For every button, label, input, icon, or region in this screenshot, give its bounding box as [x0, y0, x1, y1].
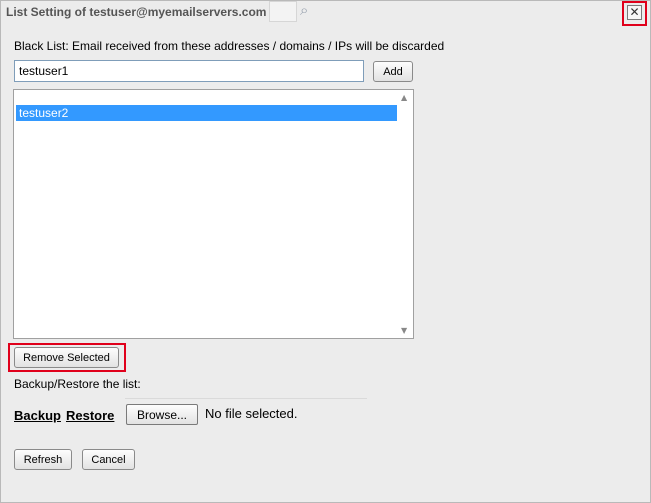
- backup-restore-label: Backup/Restore the list:: [14, 377, 141, 391]
- dialog-titlebar: List Setting of testuser@myemailservers.…: [1, 1, 650, 26]
- list-setting-dialog: List Setting of testuser@myemailservers.…: [0, 0, 651, 503]
- restore-link[interactable]: Restore: [66, 408, 114, 423]
- blacklist-entry-input[interactable]: [14, 60, 364, 82]
- scroll-up-icon[interactable]: ▲: [401, 93, 407, 102]
- blacklist-listbox[interactable]: testuser2 ▲ ▼: [13, 89, 414, 339]
- search-icon: ⌕: [300, 2, 309, 19]
- background-field: [269, 1, 297, 22]
- backup-link[interactable]: Backup: [14, 408, 61, 423]
- list-item[interactable]: testuser2: [16, 105, 397, 121]
- dialog-title: List Setting of testuser@myemailservers.…: [6, 5, 267, 19]
- divider: [125, 398, 367, 399]
- scroll-down-icon[interactable]: ▼: [401, 326, 407, 335]
- file-status: No file selected.: [205, 406, 298, 421]
- refresh-button[interactable]: Refresh: [14, 449, 72, 470]
- remove-selected-button[interactable]: Remove Selected: [14, 347, 119, 368]
- blacklist-description: Black List: Email received from these ad…: [14, 39, 445, 53]
- add-button[interactable]: Add: [373, 61, 413, 82]
- listbox-scrollbar[interactable]: ▲ ▼: [397, 90, 413, 338]
- close-icon[interactable]: ✕: [627, 5, 642, 20]
- cancel-button[interactable]: Cancel: [82, 449, 135, 470]
- browse-button[interactable]: Browse...: [126, 404, 198, 425]
